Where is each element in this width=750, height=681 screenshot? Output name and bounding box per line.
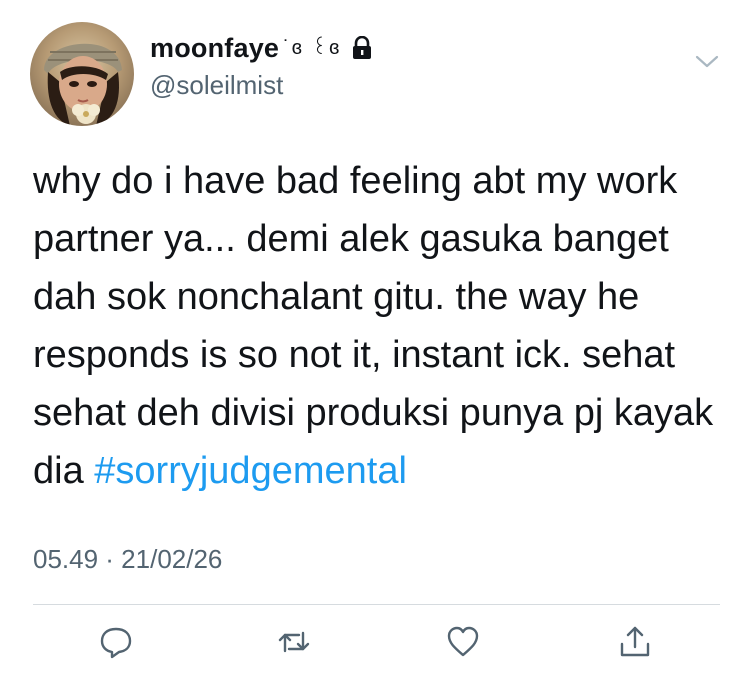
- heart-icon: [447, 626, 479, 657]
- tweet-text: why do i have bad feeling abt my work pa…: [33, 152, 723, 500]
- tweet-timestamp[interactable]: 05.49 · 21/02/26: [33, 544, 222, 575]
- chevron-down-icon[interactable]: [694, 53, 720, 71]
- tweet-body: why do i have bad feeling abt my work pa…: [33, 160, 724, 492]
- display-name[interactable]: moonfaye: [150, 33, 279, 64]
- reply-icon: [100, 627, 132, 659]
- divider: [33, 604, 720, 605]
- reply-button[interactable]: [94, 620, 138, 664]
- like-button[interactable]: [441, 620, 485, 664]
- user-handle[interactable]: @soleilmist: [150, 70, 373, 101]
- retweet-icon: [278, 631, 310, 653]
- action-bar: [0, 620, 750, 675]
- user-info: moonfaye ˙ɞ ꒰ɞ @soleilmist: [150, 30, 373, 101]
- hashtag-link[interactable]: #sorryjudgemental: [94, 450, 407, 492]
- lock-icon: [351, 35, 373, 60]
- display-name-row: moonfaye ˙ɞ ꒰ɞ: [150, 30, 373, 66]
- name-decoration: ˙ɞ ꒰ɞ: [283, 36, 342, 59]
- tweet-card: moonfaye ˙ɞ ꒰ɞ @soleilmist why do i have…: [0, 0, 750, 681]
- avatar[interactable]: [30, 22, 134, 126]
- avatar-image: [44, 43, 122, 126]
- share-icon: [620, 626, 650, 657]
- retweet-button[interactable]: [272, 620, 316, 664]
- share-button[interactable]: [613, 620, 657, 664]
